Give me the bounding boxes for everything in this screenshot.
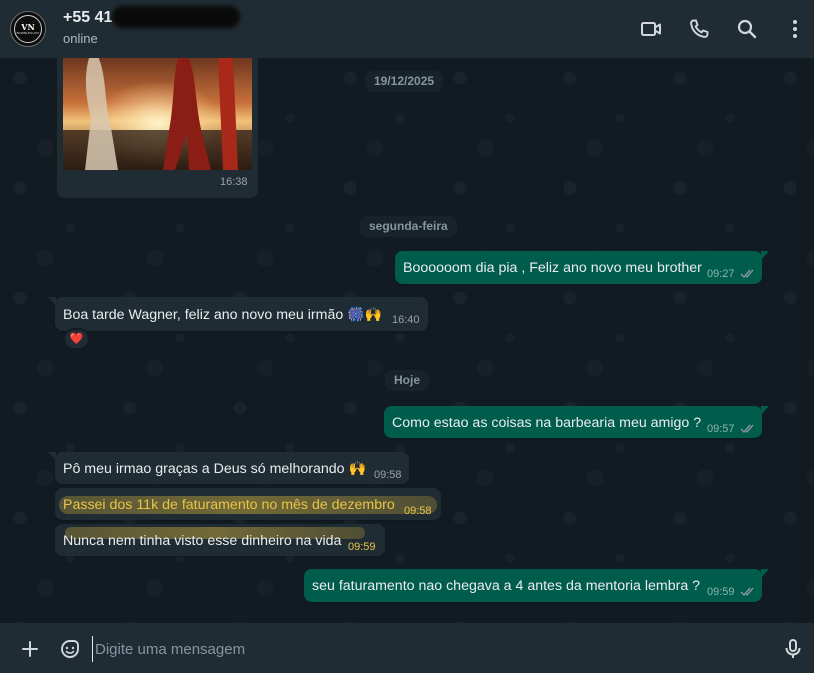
message-time: 09:27 (707, 268, 735, 280)
video-call-icon[interactable] (639, 17, 663, 41)
double-check-icon (740, 587, 754, 597)
message-time: 09:58 (404, 505, 432, 517)
bubble-tail (48, 452, 56, 461)
mic-icon[interactable] (781, 637, 805, 661)
voice-call-icon[interactable] (687, 17, 711, 41)
message-text: Boa tarde Wagner, feliz ano novo meu irm… (63, 307, 344, 323)
message-time: 09:59 (348, 541, 376, 553)
search-icon[interactable] (735, 17, 759, 41)
outgoing-message[interactable]: Como estao as coisas na barbearia meu am… (384, 406, 769, 438)
message-text: Nunca nem tinha visto esse dinheiro na v… (63, 533, 342, 549)
reaction-badge[interactable]: ❤️ (63, 328, 90, 350)
redaction-blur (112, 6, 240, 28)
message-text-wrap: Boa tarde Wagner, feliz ano novo meu irm… (63, 306, 382, 323)
message-text: Como estao as coisas na barbearia meu am… (392, 415, 702, 431)
message-emojis: 🙌 (348, 461, 367, 477)
composer-bar (0, 623, 814, 673)
incoming-message[interactable]: Nunca nem tinha visto esse dinheiro na v… (55, 524, 385, 556)
outgoing-message[interactable]: Boooooom dia pia , Feliz ano novo meu br… (395, 251, 769, 284)
sticker-icon[interactable] (58, 637, 82, 661)
message-text: Pô meu irmao graças a Deus só melhorando (63, 461, 345, 477)
bubble-tail (761, 251, 769, 260)
contact-status: online (63, 31, 98, 46)
avatar-initials: VN (21, 22, 35, 32)
message-text: Boooooom dia pia , Feliz ano novo meu br… (403, 260, 702, 276)
reaction-heart-icon: ❤️ (69, 333, 84, 345)
bubble-tail (48, 297, 56, 306)
message-time: 09:59 (707, 586, 735, 598)
double-check-icon (740, 424, 754, 434)
bubble-tail (761, 569, 769, 578)
message-time: 16:40 (392, 314, 420, 326)
message-text: Passei dos 11k de faturamento no mês de … (63, 497, 395, 513)
incoming-message[interactable]: Pô meu irmao graças a Deus só melhorando… (48, 452, 409, 484)
message-time: 09:58 (374, 469, 402, 481)
media-time: 16:38 (220, 176, 248, 188)
message-time: 09:57 (707, 423, 735, 435)
incoming-message[interactable]: Passei dos 11k de faturamento no mês de … (55, 488, 441, 520)
message-emojis: 🎆🙌 (347, 306, 383, 322)
shared-image[interactable] (63, 58, 252, 170)
incoming-message[interactable]: Boa tarde Wagner, feliz ano novo meu irm… (48, 297, 428, 331)
date-chip: Hoje (385, 370, 430, 391)
attach-icon[interactable] (18, 637, 42, 661)
outgoing-message[interactable]: seu faturamento nao chegava a 4 antes da… (304, 569, 769, 602)
double-check-icon (740, 269, 754, 279)
message-text-wrap: Pô meu irmao graças a Deus só melhorando… (63, 461, 366, 477)
date-chip: 19/12/2025 (365, 71, 444, 92)
message-list[interactable]: 16:38 19/12/2025 segunda-feira Boooooom … (0, 58, 814, 623)
avatar-logo: VN BARBERSHOP (14, 15, 42, 43)
bubble-tail (761, 406, 769, 415)
date-chip: segunda-feira (360, 216, 457, 237)
message-input[interactable] (92, 636, 757, 662)
message-text: seu faturamento nao chegava a 4 antes da… (312, 578, 701, 594)
avatar[interactable]: VN BARBERSHOP (10, 11, 46, 47)
media-message[interactable]: 16:38 (57, 58, 258, 198)
menu-icon[interactable] (783, 17, 807, 41)
composer-field (0, 623, 814, 673)
chat-header: VN BARBERSHOP +55 41 88 online (0, 0, 814, 58)
avatar-subtitle: BARBERSHOP (16, 31, 40, 35)
